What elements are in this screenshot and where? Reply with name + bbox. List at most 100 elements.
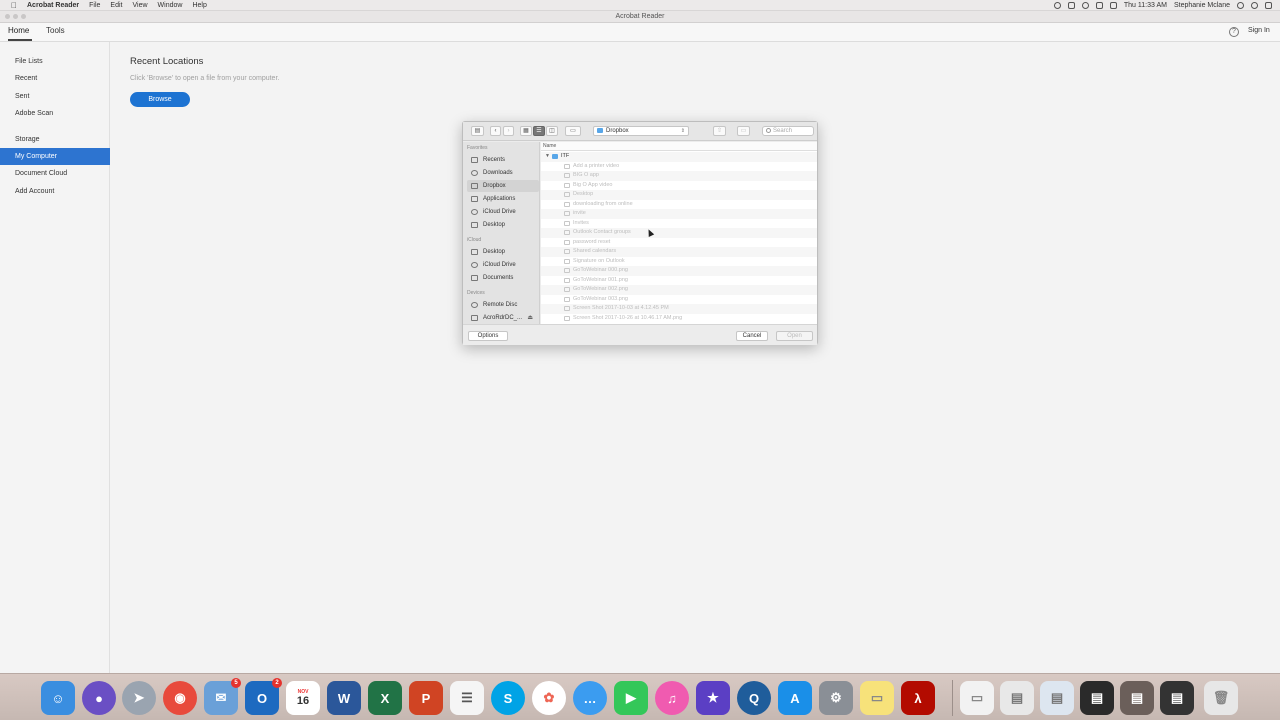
menu-file[interactable]: File <box>89 0 100 11</box>
zoom-window-icon[interactable] <box>21 14 26 19</box>
word-icon[interactable]: W <box>327 681 361 715</box>
sidebar-item-icloud-desktop[interactable]: Desktop <box>467 246 539 258</box>
sidebar-item-add-account[interactable]: Add Account <box>0 183 110 200</box>
search-field[interactable]: Search <box>762 126 814 136</box>
cancel-button[interactable]: Cancel <box>736 331 768 341</box>
notification-center-icon[interactable] <box>1265 2 1272 9</box>
share-icon[interactable]: ⇧ <box>713 126 726 136</box>
messages-icon[interactable]: … <box>573 681 607 715</box>
app-store-icon[interactable]: A <box>778 681 812 715</box>
skype-icon[interactable]: S <box>491 681 525 715</box>
back-icon[interactable]: ‹ <box>490 126 501 136</box>
menu-edit[interactable]: Edit <box>110 0 122 11</box>
file-row[interactable]: password reset <box>541 238 817 248</box>
file-row[interactable]: Screen Shot 2017-10-26 at 10.46.17 AM.pn… <box>541 314 817 324</box>
sidebar-item-acrordrdc[interactable]: AcroRdrDC_... ⏏ <box>467 312 539 324</box>
sidebar-item-dropbox[interactable]: Dropbox <box>467 180 539 192</box>
file-row[interactable]: GoToWebinar 001.png <box>541 276 817 286</box>
sidebar-item-adobe-scan[interactable]: Adobe Scan <box>0 105 110 122</box>
window-thumbnail-icon[interactable]: ▤ <box>1040 681 1074 715</box>
sidebar-item-recents[interactable]: Recents <box>467 154 539 166</box>
powerpoint-icon[interactable]: P <box>409 681 443 715</box>
icon-view-icon[interactable]: ▦ <box>520 126 532 136</box>
wifi-status-icon[interactable] <box>1081 2 1089 9</box>
facetime-icon[interactable]: ▶ <box>614 681 648 715</box>
chrome-icon[interactable]: ◉ <box>163 681 197 715</box>
mail-icon[interactable]: ✉ 5 <box>204 678 241 715</box>
tag-icon[interactable]: ▭ <box>737 126 750 136</box>
file-row[interactable]: Signature on Outlook <box>541 257 817 267</box>
airplay-status-icon[interactable] <box>1095 2 1103 9</box>
menu-help[interactable]: Help <box>192 0 206 11</box>
tab-tools[interactable]: Tools <box>46 23 65 41</box>
file-row[interactable]: BIG O app <box>541 171 817 181</box>
file-row[interactable]: Screen Shot 2017-10-03 at 4.12.45 PM <box>541 304 817 314</box>
sidebar-item-recent[interactable]: Recent <box>0 70 110 87</box>
sidebar-toggle-icon[interactable]: ▤ <box>471 126 484 136</box>
file-row[interactable]: GoToWebinar 003.png <box>541 295 817 305</box>
file-row[interactable]: downloading from online <box>541 200 817 210</box>
file-row[interactable]: GoToWebinar 002.png <box>541 285 817 295</box>
sidebar-item-remote-disc[interactable]: Remote Disc <box>467 299 539 311</box>
window-thumbnail-icon[interactable]: ▤ <box>1120 681 1154 715</box>
window-thumbnail-icon[interactable]: ▤ <box>1000 681 1034 715</box>
sidebar-item-sent[interactable]: Sent <box>0 88 110 105</box>
siri-icon[interactable]: ● <box>82 681 116 715</box>
launchpad-icon[interactable]: ➤ <box>122 681 156 715</box>
options-button[interactable]: Options <box>468 331 508 341</box>
file-row[interactable]: Big O App video <box>541 181 817 191</box>
sidebar-item-downloads[interactable]: Downloads <box>467 167 539 179</box>
browse-button[interactable]: Browse <box>130 92 190 107</box>
file-row[interactable]: GoToWebinar 000.png <box>541 266 817 276</box>
window-thumbnail-icon[interactable]: ▤ <box>1080 681 1114 715</box>
column-header-name[interactable]: Name <box>541 142 817 151</box>
outlook-icon[interactable]: O2 <box>245 678 282 715</box>
system-preferences-icon[interactable]: ⚙ <box>819 681 853 715</box>
column-view-icon[interactable]: ◫ <box>546 126 558 136</box>
sidebar-item-my-computer[interactable]: My Computer <box>0 148 110 165</box>
siri-icon[interactable] <box>1251 2 1258 9</box>
menu-app-name[interactable]: Acrobat Reader <box>27 0 79 11</box>
eject-icon[interactable]: ⏏ <box>527 312 533 324</box>
open-button[interactable]: Open <box>776 331 813 341</box>
disclosure-triangle-icon[interactable]: ▼ <box>545 152 550 162</box>
window-thumbnail-icon[interactable]: ▤ <box>1160 681 1194 715</box>
sidebar-item-icloud-drive[interactable]: iCloud Drive <box>467 206 539 218</box>
list-view-icon[interactable]: ☰ <box>533 126 545 136</box>
forward-icon[interactable]: › <box>503 126 514 136</box>
finder-icon[interactable]: ☺ <box>41 681 75 715</box>
help-icon[interactable]: ? <box>1229 27 1239 37</box>
notes-list-icon[interactable]: ☰ <box>450 681 484 715</box>
record-status-icon[interactable] <box>1053 2 1061 9</box>
menu-window[interactable]: Window <box>158 0 183 11</box>
acrobat-reader-icon[interactable]: λ <box>901 681 935 715</box>
battery-status-icon[interactable] <box>1109 2 1117 9</box>
menubar-user[interactable]: Stephanie Mclane <box>1174 0 1230 11</box>
file-row[interactable]: Invites <box>541 219 817 229</box>
file-row[interactable]: invite <box>541 209 817 219</box>
tab-home[interactable]: Home <box>8 23 32 41</box>
quicktime-icon[interactable]: Q <box>737 681 771 715</box>
itunes-icon[interactable]: ♫ <box>655 681 689 715</box>
photos-icon[interactable]: ✿ <box>532 681 566 715</box>
imovie-icon[interactable]: ★ <box>696 681 730 715</box>
minimize-window-icon[interactable] <box>13 14 18 19</box>
sidebar-item-applications[interactable]: Applications <box>467 193 539 205</box>
sidebar-item-desktop[interactable]: Desktop <box>467 219 539 231</box>
file-row[interactable]: Outlook Contact groups <box>541 228 817 238</box>
location-popup[interactable]: Dropbox ⇕ <box>593 126 689 136</box>
sidebar-item-document-cloud[interactable]: Document Cloud <box>0 165 110 182</box>
gallery-view-icon[interactable]: ▭ <box>565 126 581 136</box>
stickies-icon[interactable]: ▭ <box>860 681 894 715</box>
file-row[interactable]: Shared calendars <box>541 247 817 257</box>
menubar-clock[interactable]: Thu 11:33 AM <box>1124 0 1167 11</box>
file-row[interactable]: Desktop <box>541 190 817 200</box>
spotlight-icon[interactable] <box>1237 2 1244 9</box>
calendar-icon[interactable]: NOV 16 <box>286 681 320 715</box>
apple-menu-icon[interactable]:  <box>10 0 18 11</box>
menu-view[interactable]: View <box>132 0 147 11</box>
close-window-icon[interactable] <box>5 14 10 19</box>
dropbox-status-icon[interactable] <box>1067 2 1075 9</box>
sidebar-item-documents[interactable]: Documents <box>467 272 539 284</box>
sign-in-link[interactable]: Sign In <box>1248 27 1270 34</box>
